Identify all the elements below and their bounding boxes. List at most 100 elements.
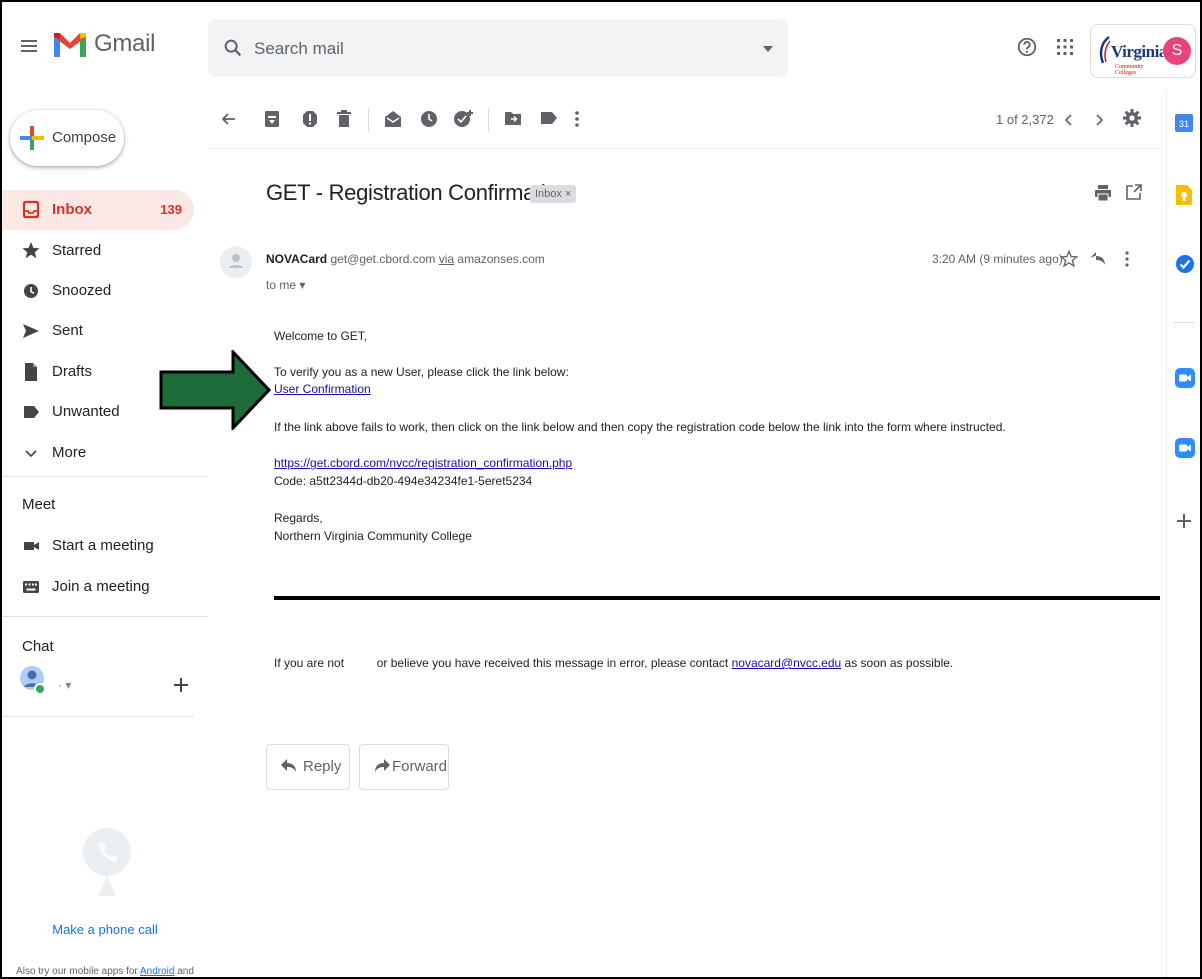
chevron-down-icon [25,450,37,458]
keyboard-icon [23,581,39,593]
email-subject: GET - Registration Confirmation [266,180,570,205]
sidebar-item-join-meeting[interactable]: Join a meeting [2,567,194,607]
user-confirmation-link[interactable]: User Confirmation [274,382,371,396]
email-fallback-line: If the link above fails to work, then cl… [274,420,1006,434]
sidebar-item-label: Snoozed [52,282,112,299]
footer-suffix: as soon as possible. [844,656,954,670]
keep-notes-icon[interactable] [1175,184,1193,206]
move-to-folder-icon[interactable] [504,110,522,126]
sidebar-item-label: Start a meeting [52,537,154,554]
snooze-clock-icon[interactable] [420,110,438,128]
search-icon[interactable] [222,37,244,59]
get-addons-plus-icon[interactable] [1177,514,1191,528]
pagination-count: 1 of 2,372 [996,112,1054,127]
tasks-icon[interactable] [1175,254,1195,274]
more-vertical-icon[interactable] [574,110,580,128]
org-swoosh-icon [1099,36,1111,64]
sidebar-divider [2,616,208,617]
clock-icon [24,284,38,298]
more-vertical-icon[interactable] [1124,250,1130,268]
inbox-unread-count: 139 [160,202,182,217]
sidebar-item-label: Drafts [52,363,93,380]
sender-email: get@get.cbord.com [330,252,436,266]
sidebar-item-snoozed[interactable]: Snoozed [2,271,194,311]
sidebar-item-sent[interactable]: Sent [2,311,194,351]
archive-icon[interactable] [264,110,280,128]
sidebar-item-more[interactable]: More [2,433,194,473]
mobile-apps-note: Also try our mobile apps for Android and [2,966,208,977]
sidebar-item-start-meeting[interactable]: Start a meeting [2,526,194,566]
compose-label: Compose [52,129,117,146]
apps-note-prefix: Also try our mobile apps for [16,966,140,977]
sidebar-item-starred[interactable]: Starred [2,231,194,271]
sender-avatar-icon[interactable] [220,246,252,278]
add-to-tasks-icon[interactable] [454,110,474,128]
email-verify-line: To verify you as a new User, please clic… [274,365,569,379]
sender-info: NOVACard get@get.cbord.com via amazonses… [266,252,545,266]
compose-plus-icon [20,126,44,150]
sender-name[interactable]: NOVACard [266,252,327,266]
chevron-left-icon[interactable] [1064,114,1074,126]
star-icon [22,242,40,259]
email-regards: Regards, [274,511,323,525]
chevron-right-icon[interactable] [1094,114,1104,126]
novacard-email-link[interactable]: novacard@nvcc.edu [732,656,842,670]
search-input[interactable] [252,33,736,65]
toolbar-separator [368,108,369,132]
reply-arrow-icon [281,759,296,772]
report-spam-icon[interactable] [302,110,318,128]
sidebar-item-inbox[interactable]: Inbox 139 [2,190,194,230]
trash-icon[interactable] [336,110,352,128]
add-chat-plus-icon[interactable] [174,678,188,692]
inbox-label-chip[interactable]: Inbox × [530,185,577,203]
sidebar-item-label: Starred [52,242,102,259]
email-signature: Northern Virginia Community College [274,529,472,543]
video-camera-icon [24,542,39,550]
make-phone-call-link[interactable]: Make a phone call [2,922,208,937]
app-name: Gmail [94,30,156,57]
email-footer: If you are not or believe you have recei… [274,656,953,670]
mark-unread-icon[interactable] [384,110,402,128]
account-avatar[interactable]: S [1163,37,1191,65]
reply-arrow-icon[interactable] [1090,252,1106,266]
sidebar-item-label: Inbox [52,201,92,218]
label-tag-icon [24,406,39,418]
open-in-new-window-icon[interactable] [1126,184,1142,200]
forward-arrow-icon [375,759,390,772]
via-link[interactable]: via [439,252,454,266]
left-sidebar: Compose Inbox 139 Starred Snoozed Sent D… [2,90,208,977]
top-header: Gmail Virginia's Community Colleges S [2,2,1200,90]
chat-user-name[interactable]: · ▾ [58,678,71,692]
zoom-scheduler-icon[interactable] [1175,438,1195,458]
email-horizontal-rule [274,596,1160,600]
sidebar-divider [2,716,194,717]
compose-button[interactable]: Compose [10,110,124,166]
apps-note-suffix: and [174,966,194,977]
sidebar-item-label: More [52,444,87,461]
phone-icon [83,828,131,896]
gmail-window: Gmail Virginia's Community Colleges S [0,0,1202,979]
calendar-icon[interactable]: 31 [1175,114,1193,132]
inbox-icon [22,200,40,219]
main-menu-button[interactable] [18,34,42,58]
sidebar-item-label: Sent [52,322,83,339]
gmail-logo[interactable]: Gmail [54,30,155,58]
reply-button[interactable]: Reply [266,744,350,790]
chat-user-avatar-icon[interactable] [20,666,48,696]
rail-divider [1173,322,1195,323]
gear-icon[interactable] [1122,108,1142,128]
help-icon[interactable] [1016,36,1038,58]
android-app-link[interactable]: Android [140,966,174,977]
apps-grid-icon[interactable] [1056,38,1074,56]
star-outline-icon[interactable] [1060,250,1078,268]
recipient-details-toggle[interactable]: to me ▾ [266,278,305,292]
back-arrow-icon[interactable] [220,110,238,128]
print-icon[interactable] [1094,184,1112,202]
account-badge[interactable]: Virginia's Community Colleges S [1090,24,1196,78]
search-options-caret-icon[interactable] [762,45,774,53]
registration-url-link[interactable]: https://get.cbord.com/nvcc/registration_… [274,456,572,470]
message-toolbar: 1 of 2,372 [208,90,1160,149]
labels-icon[interactable] [540,110,558,126]
forward-button[interactable]: Forward [359,744,449,790]
zoom-app-icon[interactable] [1175,368,1195,388]
